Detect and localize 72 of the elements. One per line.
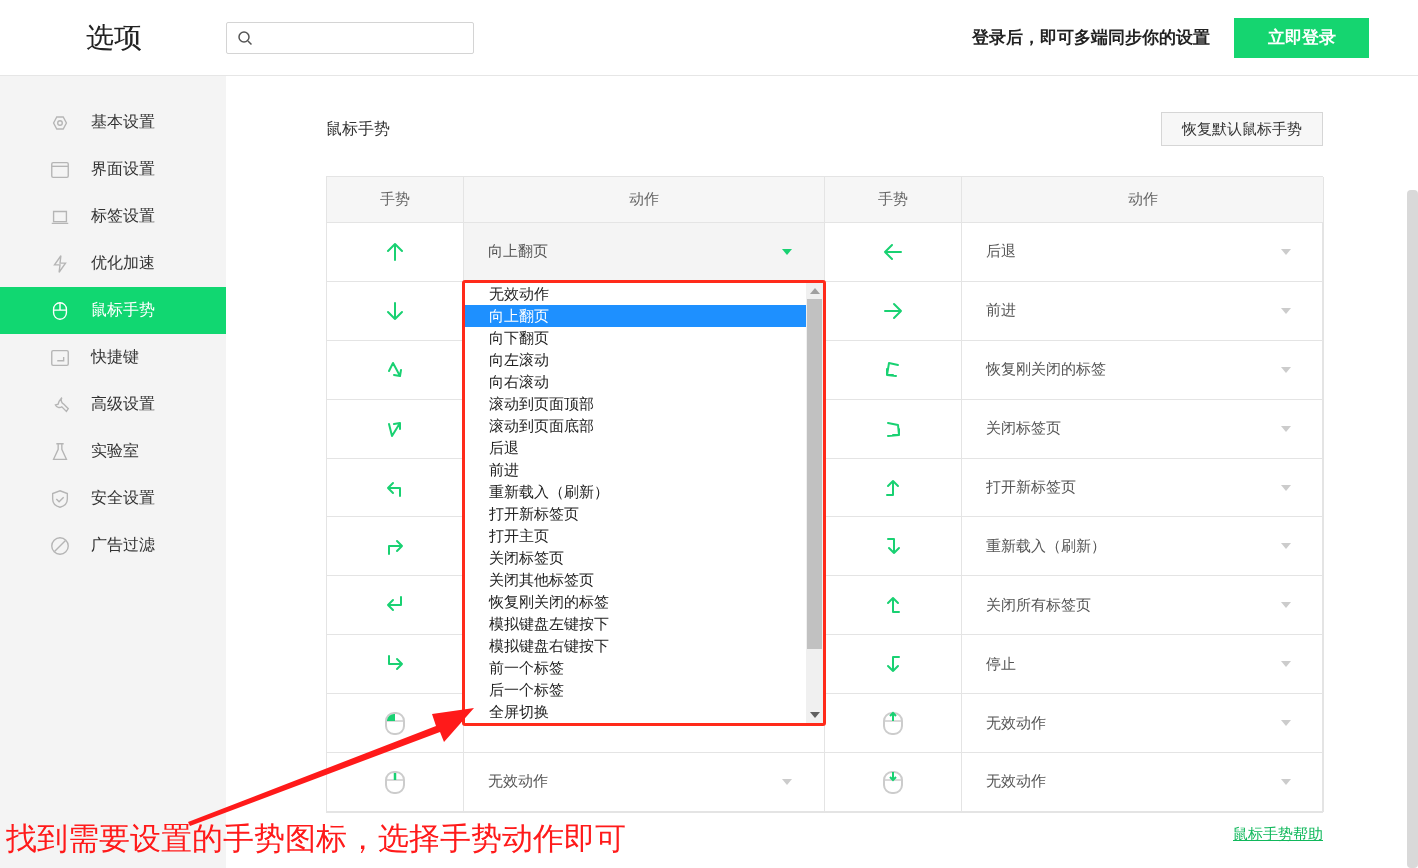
sidebar-item[interactable]: 安全设置 <box>0 475 226 522</box>
caret-icon <box>782 248 792 255</box>
dropdown-option[interactable]: 向左滚动 <box>465 349 806 371</box>
search-field[interactable] <box>226 21 474 54</box>
scrollbar[interactable] <box>806 283 823 723</box>
dropdown-option[interactable]: 向下翻页 <box>465 327 806 349</box>
sidebar-item[interactable]: 广告过滤 <box>0 522 226 569</box>
sidebar-item[interactable]: 实验室 <box>0 428 226 475</box>
mouse-icon <box>383 710 407 737</box>
caret-icon <box>1281 307 1291 314</box>
mouse-icon <box>881 768 905 795</box>
menu-icon <box>49 487 71 510</box>
page-scrollbar[interactable] <box>1407 190 1418 868</box>
dropdown-option[interactable]: 模拟键盘右键按下 <box>465 635 806 657</box>
search-icon <box>237 29 253 46</box>
dropdown-option[interactable]: 关闭其他标签页 <box>465 569 806 591</box>
caret-icon <box>782 778 792 785</box>
dropdown-option[interactable]: 前进 <box>465 459 806 481</box>
scroll-up-icon <box>809 288 820 294</box>
sidebar-item[interactable]: 标签设置 <box>0 193 226 240</box>
mouse-icon <box>383 768 407 795</box>
caret-icon <box>1281 366 1291 373</box>
dropdown-option[interactable]: 打开主页 <box>465 525 806 547</box>
reset-button[interactable]: 恢复默认鼠标手势 <box>1161 112 1323 146</box>
dropdown-option[interactable]: 重新载入（刷新） <box>465 481 806 503</box>
mouse-icon <box>881 710 905 737</box>
column-header: 动作 <box>464 177 825 223</box>
dropdown-option[interactable]: 恢复刚关闭的标签 <box>465 591 806 613</box>
dropdown-option[interactable]: 后退 <box>465 437 806 459</box>
sync-prompt: 登录后，即可多端同步你的设置 <box>972 27 1210 49</box>
caret-icon <box>1281 661 1291 668</box>
action-select[interactable]: 恢复刚关闭的标签 <box>962 360 1323 380</box>
action-select[interactable]: 关闭所有标签页 <box>962 595 1323 615</box>
scroll-down-icon <box>809 712 820 718</box>
caret-icon <box>1281 602 1291 609</box>
sidebar-item[interactable]: 界面设置 <box>0 146 226 193</box>
action-select[interactable]: 后退 <box>962 242 1323 262</box>
action-select[interactable]: 无效动作 <box>464 772 824 792</box>
caret-icon <box>1281 484 1291 491</box>
dropdown-option[interactable]: 无效动作 <box>465 283 806 305</box>
dropdown-option[interactable]: 模拟键盘左键按下 <box>465 613 806 635</box>
dropdown-option[interactable]: 后一个标签 <box>465 679 806 701</box>
caret-icon <box>1281 425 1291 432</box>
column-header: 手势 <box>825 177 962 223</box>
window-title: 选项 <box>86 20 143 55</box>
dropdown-option[interactable]: 全屏切换 <box>465 701 806 723</box>
action-select[interactable]: 停止 <box>962 654 1323 674</box>
action-select[interactable]: 无效动作 <box>962 713 1323 733</box>
caret-icon <box>1281 543 1291 550</box>
caret-icon <box>1281 248 1291 255</box>
action-select[interactable]: 重新载入（刷新） <box>962 536 1323 556</box>
caret-icon <box>1281 720 1291 727</box>
caret-icon <box>1281 778 1291 785</box>
column-header: 手势 <box>327 177 464 223</box>
menu-icon <box>49 534 71 557</box>
dropdown-option[interactable]: 滚动到页面底部 <box>465 415 806 437</box>
sidebar-item[interactable]: 快捷键 <box>0 334 226 381</box>
dropdown-option[interactable]: 前一个标签 <box>465 657 806 679</box>
action-select[interactable]: 关闭标签页 <box>962 419 1323 439</box>
section-title: 鼠标手势 <box>326 118 390 139</box>
column-header: 动作 <box>962 177 1324 223</box>
action-select[interactable]: 前进 <box>962 301 1323 321</box>
sidebar-item[interactable]: 优化加速 <box>0 240 226 287</box>
sidebar-item[interactable]: 高级设置 <box>0 381 226 428</box>
action-select[interactable]: 无效动作 <box>962 772 1323 792</box>
annotation-caption: 找到需要设置的手势图标，选择手势动作即可 <box>6 820 626 858</box>
sidebar-item[interactable]: 基本设置 <box>0 99 226 146</box>
dropdown-option[interactable]: 关闭标签页 <box>465 547 806 569</box>
dropdown-option[interactable]: 向右滚动 <box>465 371 806 393</box>
action-select[interactable]: 打开新标签页 <box>962 478 1323 497</box>
dropdown-option[interactable]: 打开新标签页 <box>465 503 806 525</box>
dropdown-option[interactable]: 滚动到页面顶部 <box>465 393 806 415</box>
